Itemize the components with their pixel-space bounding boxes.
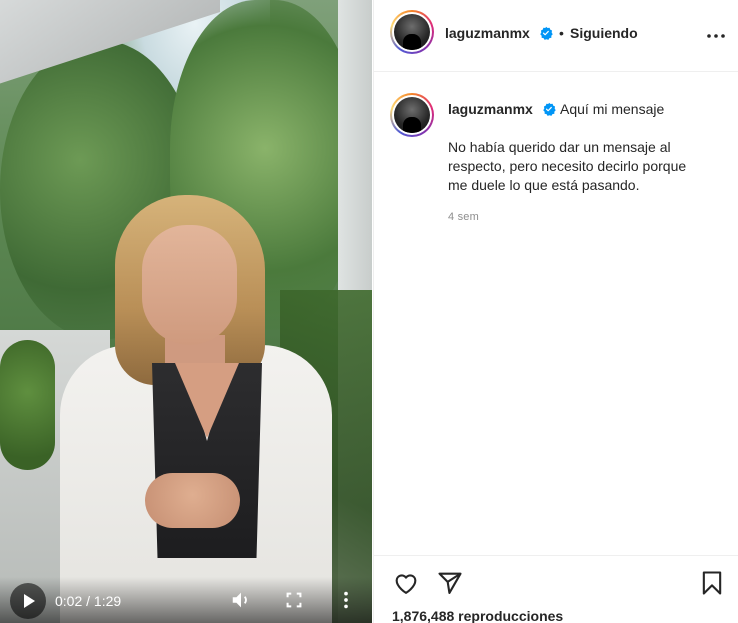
header-username[interactable]: laguzmanmx xyxy=(445,25,530,41)
post-side-panel: laguzmanmx • Siguiendo laguzmanmx Aquí m… xyxy=(373,0,738,623)
post-header: laguzmanmx • Siguiendo xyxy=(374,0,738,72)
more-options-icon[interactable] xyxy=(704,24,728,48)
following-button[interactable]: Siguiendo xyxy=(570,25,638,41)
avatar[interactable] xyxy=(390,10,434,54)
volume-icon[interactable] xyxy=(230,589,252,611)
video-player[interactable]: 0:02 / 1:29 xyxy=(0,0,372,623)
video-background-plant xyxy=(0,340,55,470)
play-icon[interactable] xyxy=(10,583,46,619)
fullscreen-icon[interactable] xyxy=(283,589,305,611)
avatar-photo xyxy=(394,97,430,133)
duration: 1:29 xyxy=(93,593,122,609)
heart-icon[interactable] xyxy=(392,569,420,597)
verified-badge-icon xyxy=(540,26,553,40)
views-count[interactable]: 1,876,488 reproducciones xyxy=(392,608,563,623)
post-time-ago[interactable]: 4 sem xyxy=(448,211,479,223)
current-time: 0:02 xyxy=(55,593,83,609)
verified-badge-icon xyxy=(543,102,556,116)
header-separator: • xyxy=(559,25,564,41)
time-separator: / xyxy=(82,593,94,609)
video-time: 0:02 / 1:29 xyxy=(55,593,121,609)
caption-body: No había querido dar un mensaje al respe… xyxy=(448,139,687,193)
bookmark-icon[interactable] xyxy=(698,569,726,597)
avatar-photo xyxy=(394,14,430,50)
send-icon[interactable] xyxy=(436,569,464,597)
video-subject xyxy=(60,195,350,623)
caption-username[interactable]: laguzmanmx xyxy=(448,101,533,117)
caption-avatar[interactable] xyxy=(390,93,434,137)
video-controls: 0:02 / 1:29 xyxy=(0,577,372,623)
post-actions: 1,876,488 reproducciones xyxy=(374,555,738,623)
vertical-dots-icon[interactable] xyxy=(335,589,357,611)
caption-title: Aquí mi mensaje xyxy=(560,101,665,117)
